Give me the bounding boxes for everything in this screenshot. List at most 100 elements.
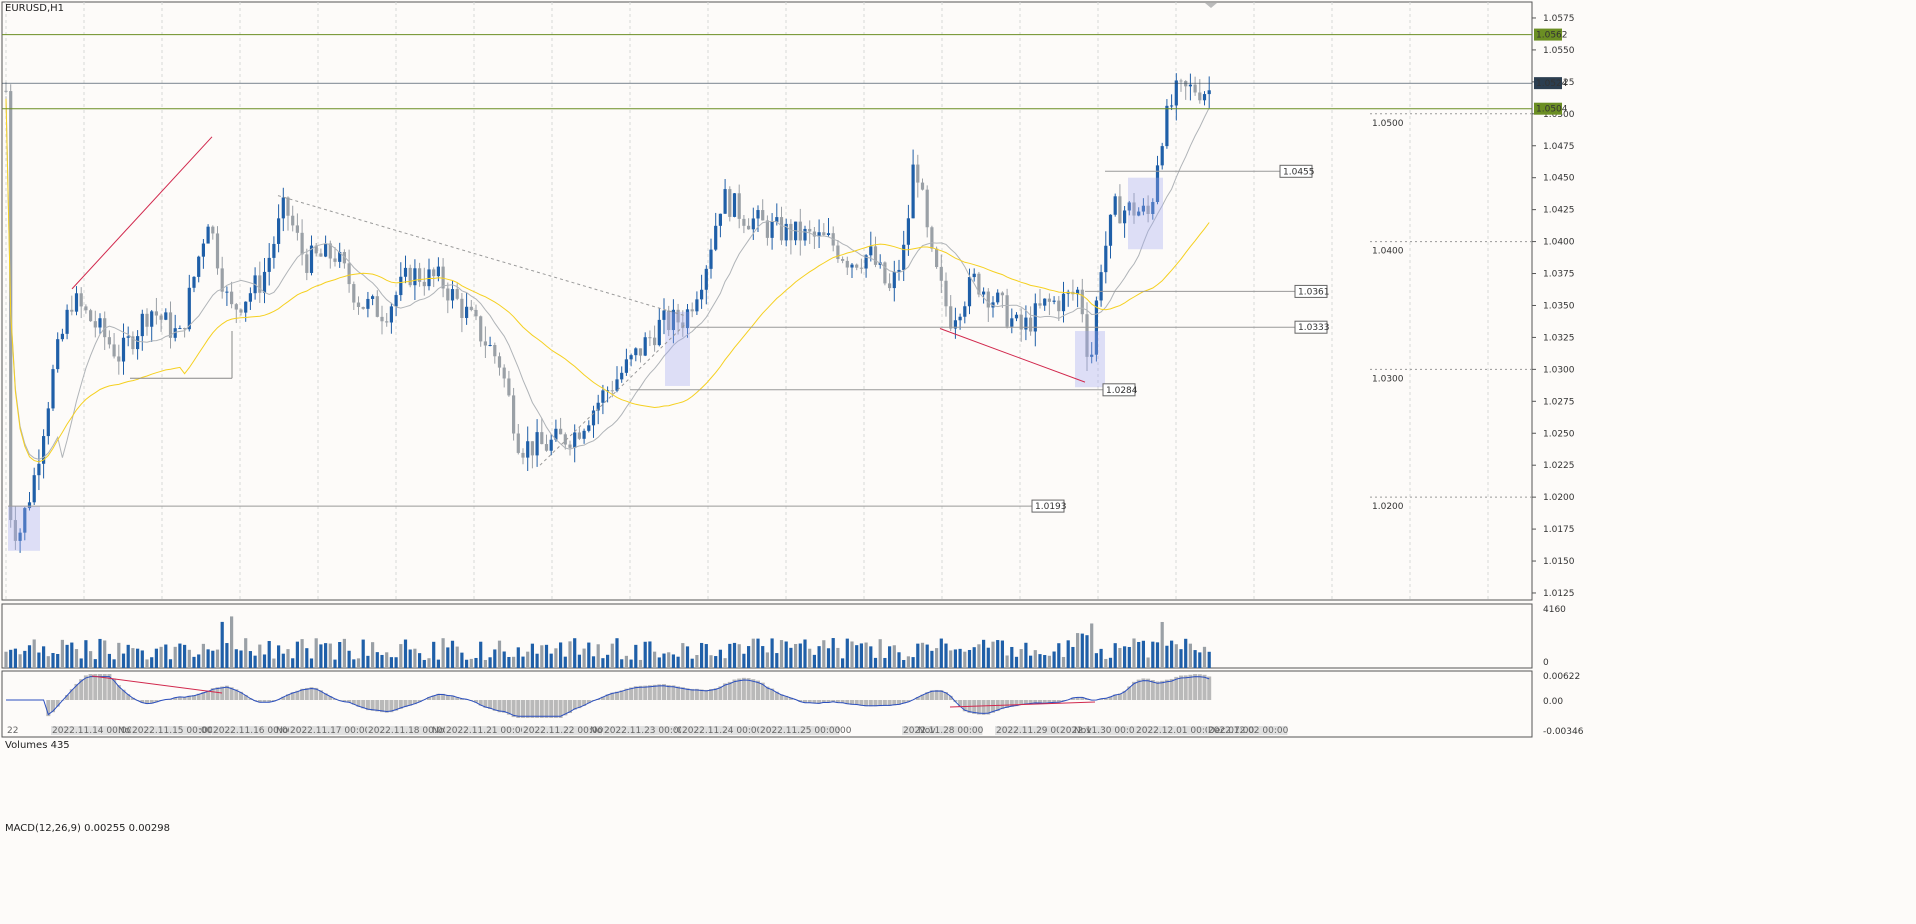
- candle-body: [493, 345, 497, 357]
- volume-bar: [512, 656, 516, 668]
- volume-bar: [831, 638, 835, 668]
- candle-body: [855, 264, 859, 268]
- candle-body: [267, 257, 271, 272]
- price-axis-label: 1.0350: [1543, 301, 1575, 311]
- candle-body: [845, 260, 849, 268]
- volume-bar: [93, 659, 97, 668]
- volume-bar: [150, 657, 154, 668]
- volume-bar: [615, 638, 619, 668]
- volume-bar: [817, 646, 821, 668]
- macd-histogram-bar: [535, 700, 540, 718]
- volume-bar: [333, 659, 337, 668]
- macd-divergence-line[interactable]: [91, 675, 223, 694]
- volume-bar: [1061, 656, 1066, 668]
- level-label: 1.0455: [1283, 167, 1315, 177]
- price-axis-label: 1.0175: [1543, 525, 1575, 535]
- volume-bar: [751, 638, 755, 668]
- candle-body: [1052, 300, 1056, 302]
- volume-bar: [742, 653, 746, 668]
- candle-body: [450, 289, 455, 301]
- volume-bar: [850, 641, 854, 668]
- volume-bar: [996, 640, 1000, 668]
- candle-body: [653, 337, 657, 346]
- volume-bar: [356, 658, 361, 668]
- volume-bar: [836, 647, 840, 668]
- volume-bar: [408, 649, 412, 668]
- macd-axis-label: 0.00: [1543, 697, 1563, 707]
- volume-bar: [338, 642, 342, 668]
- volume-bar: [450, 640, 455, 668]
- volume-bar: [1170, 640, 1174, 668]
- macd-histogram-bar: [741, 677, 746, 700]
- candle-body: [502, 367, 506, 379]
- candle-body: [436, 266, 440, 277]
- candle-body: [469, 306, 473, 310]
- volume-bar: [784, 641, 788, 668]
- candle-body: [117, 356, 121, 362]
- time-axis-label: 2022.11.23 00:00: [604, 726, 685, 736]
- volume-bar: [4, 651, 8, 668]
- volume-bar: [516, 647, 520, 668]
- candle-body: [262, 271, 267, 293]
- macd-histogram-bar: [657, 684, 662, 700]
- volume-bar: [300, 639, 304, 668]
- volume-bar: [1019, 649, 1023, 668]
- volume-bar: [342, 638, 346, 668]
- candle-body: [32, 475, 36, 503]
- candle-body: [944, 280, 948, 307]
- candle-body: [892, 271, 896, 289]
- volume-bar: [690, 658, 694, 668]
- candle-body: [1029, 317, 1033, 332]
- volume-bar: [432, 641, 436, 668]
- volume-bar: [808, 648, 812, 668]
- volume-bar: [121, 653, 126, 668]
- volume-bar: [667, 652, 671, 668]
- volume-bar: [23, 650, 27, 668]
- candle-body: [742, 218, 746, 226]
- candle-body: [1170, 105, 1174, 107]
- volume-bar: [483, 659, 487, 668]
- volume-bar: [295, 641, 299, 668]
- candle-body: [902, 244, 906, 270]
- volume-bar: [949, 650, 953, 668]
- volume-bar: [629, 659, 633, 668]
- volume-bar: [878, 639, 882, 668]
- candle-body: [192, 276, 196, 288]
- candle-body: [136, 336, 140, 350]
- candle-body: [159, 315, 163, 320]
- price-axis-label: 1.0450: [1543, 174, 1575, 184]
- volume-bar: [154, 648, 158, 668]
- volume-bar: [42, 646, 46, 668]
- volume-bar: [1141, 640, 1145, 668]
- volume-bar: [493, 649, 497, 668]
- volume-bar: [389, 657, 393, 668]
- time-axis-label: :00: [199, 726, 214, 736]
- candle-body: [634, 348, 638, 356]
- trend-line[interactable]: [71, 136, 213, 290]
- trading-chart[interactable]: 1.05751.05501.05251.05001.04751.04501.04…: [0, 0, 1916, 924]
- level-label: 1.0333: [1298, 323, 1330, 333]
- trend-line[interactable]: [939, 328, 1086, 383]
- macd-histogram-bar: [690, 688, 695, 700]
- scroll-marker[interactable]: [1205, 3, 1217, 8]
- candle-body: [718, 213, 722, 226]
- macd-histogram-bar: [1179, 675, 1183, 700]
- volume-axis-label: 4160: [1543, 605, 1566, 615]
- volume-bar: [1099, 648, 1103, 668]
- macd-histogram-bar: [1160, 680, 1165, 700]
- price-chart-pane[interactable]: 1.05751.05501.05251.05001.04751.04501.04…: [0, 0, 1916, 924]
- volume-bar: [1071, 646, 1075, 668]
- macd-histogram-bar: [88, 674, 93, 700]
- macd-histogram-bar: [530, 700, 535, 718]
- candle-body: [98, 318, 102, 328]
- volume-bar: [549, 653, 553, 668]
- volume-bar: [662, 653, 666, 668]
- candle-body: [215, 233, 220, 269]
- volume-bar: [305, 648, 309, 668]
- price-axis-label: 1.0225: [1543, 461, 1575, 471]
- macd-histogram-bar: [662, 684, 666, 700]
- volume-bar: [624, 655, 628, 668]
- volume-bar: [704, 644, 708, 668]
- volume-bar: [681, 643, 685, 668]
- candle-body: [460, 298, 464, 318]
